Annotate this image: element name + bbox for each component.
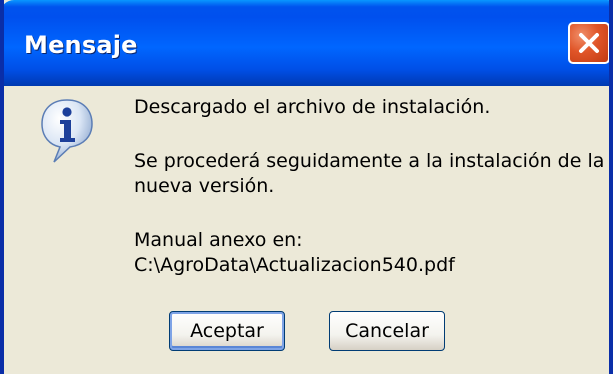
dialog-body: Descargado el archivo de instalación. Se… <box>4 86 609 374</box>
message-line-1: Descargado el archivo de instalación. <box>134 96 491 118</box>
info-icon <box>41 99 93 163</box>
accept-button[interactable]: Aceptar <box>169 311 285 351</box>
title-bar[interactable]: Mensaje <box>4 0 609 86</box>
cancel-button-label: Cancelar <box>345 320 429 342</box>
message-dialog: Mensaje Descargado el archivo de instala… <box>0 0 613 374</box>
message-line-3: nueva versión. <box>134 175 275 197</box>
window-title: Mensaje <box>24 31 138 59</box>
accept-button-label: Aceptar <box>190 320 264 342</box>
manual-path: C:\AgroData\Actualizacion540.pdf <box>134 254 455 276</box>
cancel-button[interactable]: Cancelar <box>329 311 445 351</box>
close-button[interactable] <box>568 22 609 64</box>
close-icon <box>579 33 599 53</box>
message-line-2: Se procederá seguidamente a la instalaci… <box>134 150 605 172</box>
manual-label: Manual anexo en: <box>134 229 303 251</box>
